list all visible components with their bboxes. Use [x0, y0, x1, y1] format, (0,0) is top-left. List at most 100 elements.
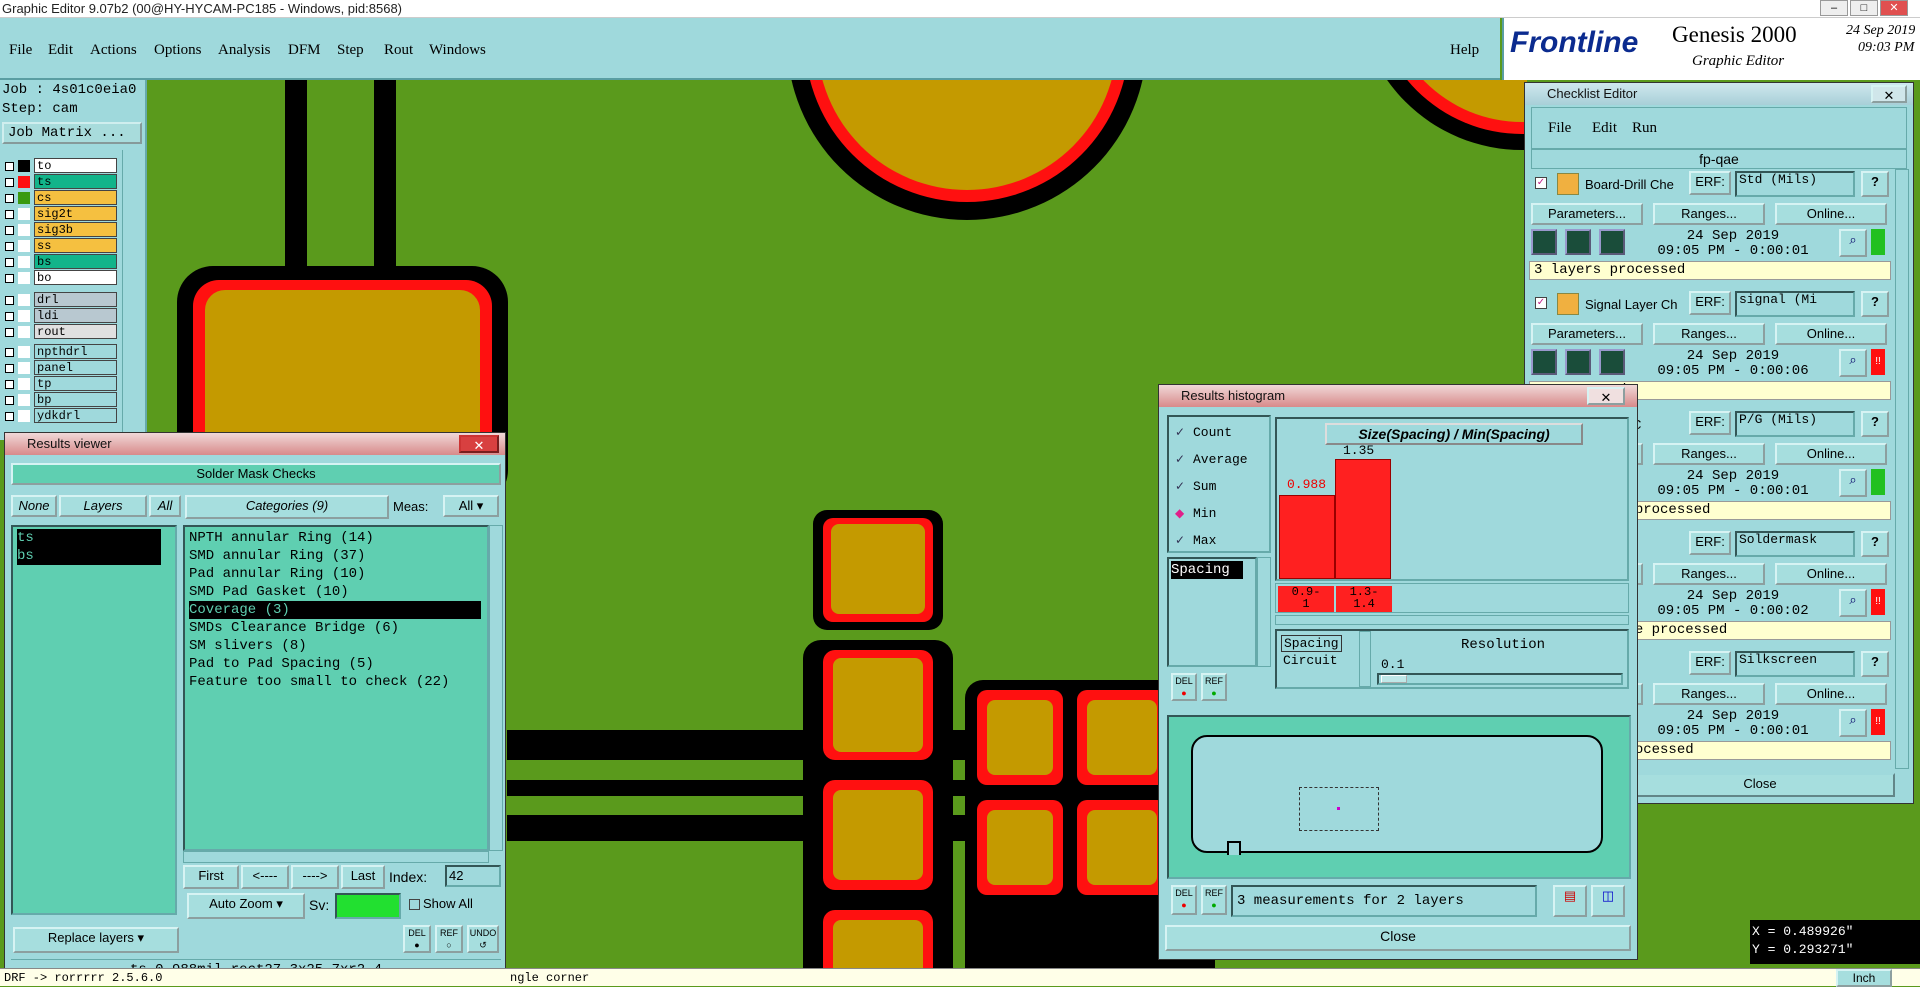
layer-checkbox[interactable]	[5, 312, 14, 321]
layer-name[interactable]: bo	[34, 270, 117, 285]
run-icon[interactable]	[1599, 229, 1625, 255]
histogram-titlebar[interactable]: Results histogram	[1159, 385, 1637, 407]
layer-color-swatch[interactable]	[18, 192, 30, 204]
parameters-button[interactable]: Parameters...	[1531, 203, 1643, 225]
category-item[interactable]: SMDs Clearance Bridge (6)	[189, 619, 481, 637]
parameters-button[interactable]: Parameters...	[1531, 323, 1643, 345]
menu-help[interactable]: Help	[1450, 42, 1479, 59]
prev-button[interactable]: <----	[241, 865, 289, 889]
run-icon[interactable]	[1599, 349, 1625, 375]
layer-checkbox[interactable]	[5, 226, 14, 235]
category-hscrollbar[interactable]	[183, 851, 489, 863]
spacing-label[interactable]: Spacing	[1281, 635, 1342, 652]
layer-checkbox[interactable]	[5, 178, 14, 187]
layer-checkbox[interactable]	[5, 194, 14, 203]
erf-value[interactable]: Soldermask	[1735, 531, 1855, 557]
results-viewer-close-icon[interactable]: ✕	[459, 435, 499, 453]
results-viewer-titlebar[interactable]: Results viewer	[5, 433, 505, 455]
online-button[interactable]: Online...	[1775, 443, 1887, 465]
layer-color-swatch[interactable]	[18, 176, 30, 188]
check-item-name[interactable]: Signal Layer Ch	[1585, 297, 1685, 312]
checklist-menu-edit[interactable]: Edit	[1592, 120, 1617, 137]
layer-name[interactable]: ss	[34, 238, 117, 253]
category-item[interactable]: SMD annular Ring (37)	[189, 547, 481, 565]
layer-checkbox[interactable]	[5, 210, 14, 219]
ranges-button[interactable]: Ranges...	[1653, 683, 1765, 705]
histogram-bottom-ref-button[interactable]: REF ●	[1201, 885, 1227, 915]
layer-checkbox[interactable]	[5, 242, 14, 251]
layer-color-swatch[interactable]	[18, 272, 30, 284]
histogram-close-icon[interactable]: ✕	[1587, 387, 1625, 405]
histogram-bar[interactable]	[1335, 459, 1391, 579]
histogram-bar[interactable]	[1279, 495, 1335, 579]
menu-windows[interactable]: Windows	[429, 42, 486, 59]
run-icon[interactable]	[1565, 349, 1591, 375]
category-item[interactable]: Coverage (3)	[189, 601, 481, 619]
histogram-ref-button[interactable]: REF ●	[1201, 673, 1227, 701]
layer-row-rout[interactable]: rout	[2, 324, 117, 340]
checklist-close-button[interactable]: Close	[1625, 773, 1895, 797]
bar-range-label[interactable]: 1.3- 1.4	[1336, 586, 1392, 612]
erf-value[interactable]: Silkscreen	[1735, 651, 1855, 677]
online-button[interactable]: Online...	[1775, 563, 1887, 585]
online-button[interactable]: Online...	[1775, 203, 1887, 225]
check-item-checkbox[interactable]: ✓	[1535, 177, 1547, 189]
layer-name[interactable]: sig2t	[34, 206, 117, 221]
layer-color-swatch[interactable]	[18, 208, 30, 220]
bar-range-label[interactable]: 0.9- 1	[1278, 586, 1334, 612]
layer-row-cs[interactable]: cs	[2, 190, 117, 206]
first-button[interactable]: First	[183, 865, 239, 889]
histogram-layout-icon[interactable]: ◫	[1591, 885, 1625, 917]
layer-row-bo[interactable]: bo	[2, 270, 117, 286]
replace-layers-button[interactable]: Replace layers ▾	[13, 927, 179, 953]
layer-row-panel[interactable]: panel	[2, 360, 117, 376]
all-button[interactable]: All	[149, 495, 181, 517]
layer-name[interactable]: ydkdrl	[34, 408, 117, 423]
layer-row-ss[interactable]: ss	[2, 238, 117, 254]
layer-name[interactable]: sig3b	[34, 222, 117, 237]
zoom-select[interactable]: Auto Zoom ▾	[187, 893, 305, 919]
menu-dfm[interactable]: DFM	[288, 42, 321, 59]
checklist-menu-file[interactable]: File	[1548, 120, 1571, 137]
sv-color-select[interactable]	[335, 893, 401, 919]
resolution-list-scrollbar[interactable]	[1359, 631, 1371, 687]
histogram-option-max[interactable]: ✓ Max	[1175, 531, 1267, 551]
layer-name[interactable]: ldi	[34, 308, 117, 323]
help-icon[interactable]: ?	[1861, 411, 1889, 437]
run-icon[interactable]	[1531, 349, 1557, 375]
last-button[interactable]: Last	[341, 865, 385, 889]
layer-name[interactable]: bs	[34, 254, 117, 269]
histogram-option-average[interactable]: ✓ Average	[1175, 450, 1267, 470]
histogram-close-button[interactable]: Close	[1165, 925, 1631, 951]
circuit-label[interactable]: Circuit	[1283, 653, 1338, 668]
category-item[interactable]: NPTH annular Ring (14)	[189, 529, 481, 547]
resolution-slider[interactable]	[1377, 673, 1623, 685]
layer-color-swatch[interactable]	[18, 224, 30, 236]
list-item[interactable]: bs	[17, 547, 161, 565]
help-icon[interactable]: ?	[1861, 651, 1889, 677]
layer-name[interactable]: rout	[34, 324, 117, 339]
layer-checkbox[interactable]	[5, 364, 14, 373]
histogram-del-button[interactable]: DEL ●	[1171, 673, 1197, 701]
job-matrix-button[interactable]: Job Matrix ...	[2, 122, 142, 144]
layer-color-swatch[interactable]	[18, 394, 30, 406]
layer-color-swatch[interactable]	[18, 362, 30, 374]
histogram-option-min[interactable]: ◆ Min	[1175, 504, 1267, 524]
run-icon[interactable]	[1565, 229, 1591, 255]
del-button[interactable]: DEL ●	[403, 925, 431, 953]
layer-checkbox[interactable]	[5, 258, 14, 267]
help-icon[interactable]: ?	[1861, 531, 1889, 557]
layer-result-list[interactable]: ts bs	[11, 525, 177, 915]
maximize-button[interactable]: □	[1850, 0, 1878, 16]
minimize-button[interactable]: –	[1820, 0, 1848, 16]
help-icon[interactable]: ?	[1861, 171, 1889, 197]
layer-row-ydkdrl[interactable]: ydkdrl	[2, 408, 117, 424]
ranges-button[interactable]: Ranges...	[1653, 203, 1765, 225]
menu-edit[interactable]: Edit	[48, 42, 73, 59]
layer-checkbox[interactable]	[5, 380, 14, 389]
checklist-menu-run[interactable]: Run	[1632, 120, 1657, 137]
category-scrollbar[interactable]	[489, 525, 503, 851]
undo-button[interactable]: UNDO ↺	[467, 925, 499, 953]
checklist-close-icon[interactable]: ✕	[1871, 85, 1907, 103]
category-item[interactable]: SMD Pad Gasket (10)	[189, 583, 481, 601]
